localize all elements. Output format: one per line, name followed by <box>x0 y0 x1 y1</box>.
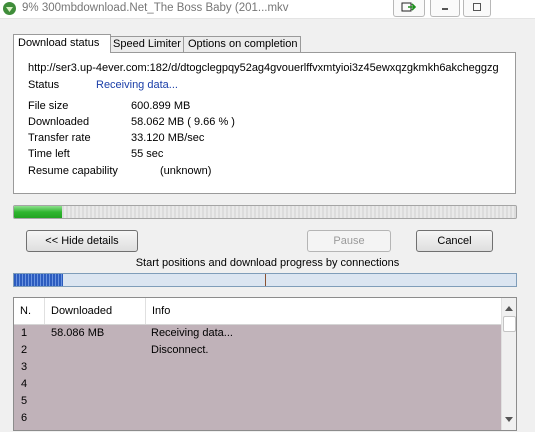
tab-speed-limiter[interactable]: Speed Limiter <box>108 36 184 52</box>
connections-caption: Start positions and download progress by… <box>135 257 400 269</box>
hide-details-button[interactable]: << Hide details <box>26 230 138 252</box>
row-downloaded: 58.086 MB <box>51 327 105 339</box>
table-scrollbar[interactable] <box>501 298 516 430</box>
window-title: 9% 300mbdownload.Net_The Boss Baby (201.… <box>22 2 289 14</box>
arrow-right-icon <box>401 2 417 15</box>
tab-download-status[interactable]: Download status <box>13 34 111 53</box>
connections-progress-bar <box>13 273 517 287</box>
row-number: 1 <box>21 327 28 339</box>
time-left-label: Time left <box>28 148 70 160</box>
chevron-down-icon[interactable] <box>505 414 513 426</box>
row-number: 4 <box>21 378 28 390</box>
transfer-rate-value: 33.120 MB/sec <box>131 132 205 144</box>
transfer-rate-label: Transfer rate <box>28 132 91 144</box>
table-row[interactable]: 3 <box>14 359 502 375</box>
download-manager-icon <box>2 1 17 16</box>
column-header-info[interactable]: Info <box>145 298 492 324</box>
column-header-number[interactable]: N. <box>14 298 44 324</box>
connection-start-marker <box>265 274 266 286</box>
maximize-icon <box>472 2 482 15</box>
downloaded-label: Downloaded <box>28 116 90 128</box>
download-url: http://ser3.up-4ever.com:182/d/dtogclegp… <box>28 62 499 74</box>
pause-button[interactable]: Pause <box>307 230 391 252</box>
row-number: 2 <box>21 344 28 356</box>
tab-options-on-completion[interactable]: Options on completion <box>183 36 301 52</box>
file-size-label: File size <box>28 100 69 112</box>
row-info: Receiving data... <box>151 327 233 339</box>
table-row[interactable]: 6 <box>14 410 502 426</box>
minimize-icon <box>440 2 450 15</box>
file-size-value: 600.899 MB <box>131 100 191 112</box>
chevron-up-icon[interactable] <box>505 302 513 314</box>
cancel-button[interactable]: Cancel <box>416 230 493 252</box>
connections-table: N. Downloaded Info 1 58.086 MB Receiving… <box>13 297 517 431</box>
scrollbar-thumb[interactable] <box>503 316 516 332</box>
download-progress-bar <box>13 205 517 219</box>
time-left-value: 55 sec <box>131 148 164 160</box>
table-row[interactable]: 2 Disconnect. <box>14 342 502 358</box>
table-header: N. Downloaded Info <box>14 298 502 325</box>
minimize-button[interactable] <box>430 0 460 17</box>
to-tray-button[interactable] <box>393 0 425 17</box>
resume-capability-label: Resume capability <box>28 165 118 177</box>
row-number: 5 <box>21 395 28 407</box>
status-value: Receiving data... <box>96 79 178 91</box>
downloaded-value: 58.062 MB ( 9.66 % ) <box>131 116 235 128</box>
title-bar: 9% 300mbdownload.Net_The Boss Baby (201.… <box>0 0 535 19</box>
column-header-downloaded[interactable]: Downloaded <box>44 298 147 324</box>
status-label: Status <box>28 79 60 91</box>
maximize-button[interactable] <box>463 0 491 17</box>
row-info: Disconnect. <box>151 344 209 356</box>
resume-capability-value: (unknown) <box>160 165 212 177</box>
row-number: 3 <box>21 361 28 373</box>
row-number: 6 <box>21 412 28 424</box>
download-progress-fill <box>14 206 63 218</box>
table-row[interactable]: 5 <box>14 393 502 409</box>
download-progress-remaining <box>62 206 516 218</box>
connection-progress-fill <box>14 274 63 286</box>
table-row[interactable]: 4 <box>14 376 502 392</box>
table-row[interactable]: 1 58.086 MB Receiving data... <box>14 325 502 341</box>
download-status-panel: http://ser3.up-4ever.com:182/d/dtogclegp… <box>13 52 516 194</box>
